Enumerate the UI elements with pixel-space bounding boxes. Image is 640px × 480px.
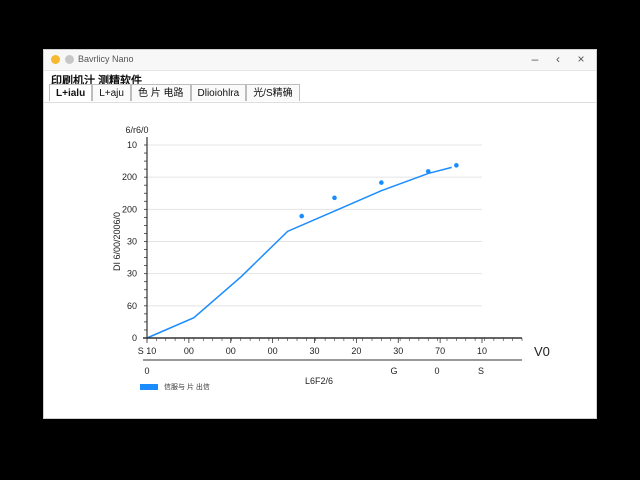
data-point: [332, 195, 337, 201]
chart-legend: 信服与 片 出信: [140, 382, 210, 392]
y-axis-title-side: DI 6/00/2006/0: [112, 212, 122, 271]
x-tick-label: S 10: [138, 346, 157, 356]
x-tick-label: 30: [309, 346, 319, 356]
x-tick-label: 00: [184, 346, 194, 356]
data-point: [425, 169, 431, 174]
y-tick-label: 200: [122, 172, 137, 182]
x-axis-title: L6F2/6: [305, 376, 333, 386]
legend-swatch: [140, 384, 158, 390]
x-tick-label: 00: [268, 346, 278, 356]
data-point: [454, 163, 459, 168]
y-tick-label: 10: [127, 140, 137, 150]
x-tick-label: 20: [351, 346, 361, 356]
y-tick-label: 30: [127, 237, 137, 247]
legend-label: 信服与 片 出信: [164, 384, 210, 391]
x-sub-label: 0: [144, 366, 149, 376]
x-sub-label: S: [478, 366, 484, 376]
x-sub-label: G: [390, 366, 397, 376]
x-tick-label: 10: [477, 346, 487, 356]
y-tick-label: 60: [127, 301, 137, 311]
app-window: Bavrlicy Nano – ‹ × 印刷机汁 测精软件 L+ialu L+a…: [43, 49, 597, 419]
area-fill: [147, 167, 452, 338]
y-tick-label: 200: [122, 204, 137, 214]
y-tick-label: 0: [132, 333, 137, 343]
x-tick-label: 00: [226, 346, 236, 356]
data-point: [379, 180, 384, 185]
x-tick-label: 70: [435, 346, 445, 356]
x-axis-end-label: V0: [534, 344, 550, 359]
series-line: [146, 166, 452, 339]
x-sub-label: 0: [434, 366, 439, 376]
chart-area: #f3f9ff"/>060303020020010S 1000000030203…: [112, 125, 550, 386]
y-tick-label: 30: [127, 269, 137, 279]
data-point: [299, 213, 304, 219]
y-axis-title-top: 6/r6/0: [125, 125, 148, 135]
x-tick-label: 30: [393, 346, 403, 356]
